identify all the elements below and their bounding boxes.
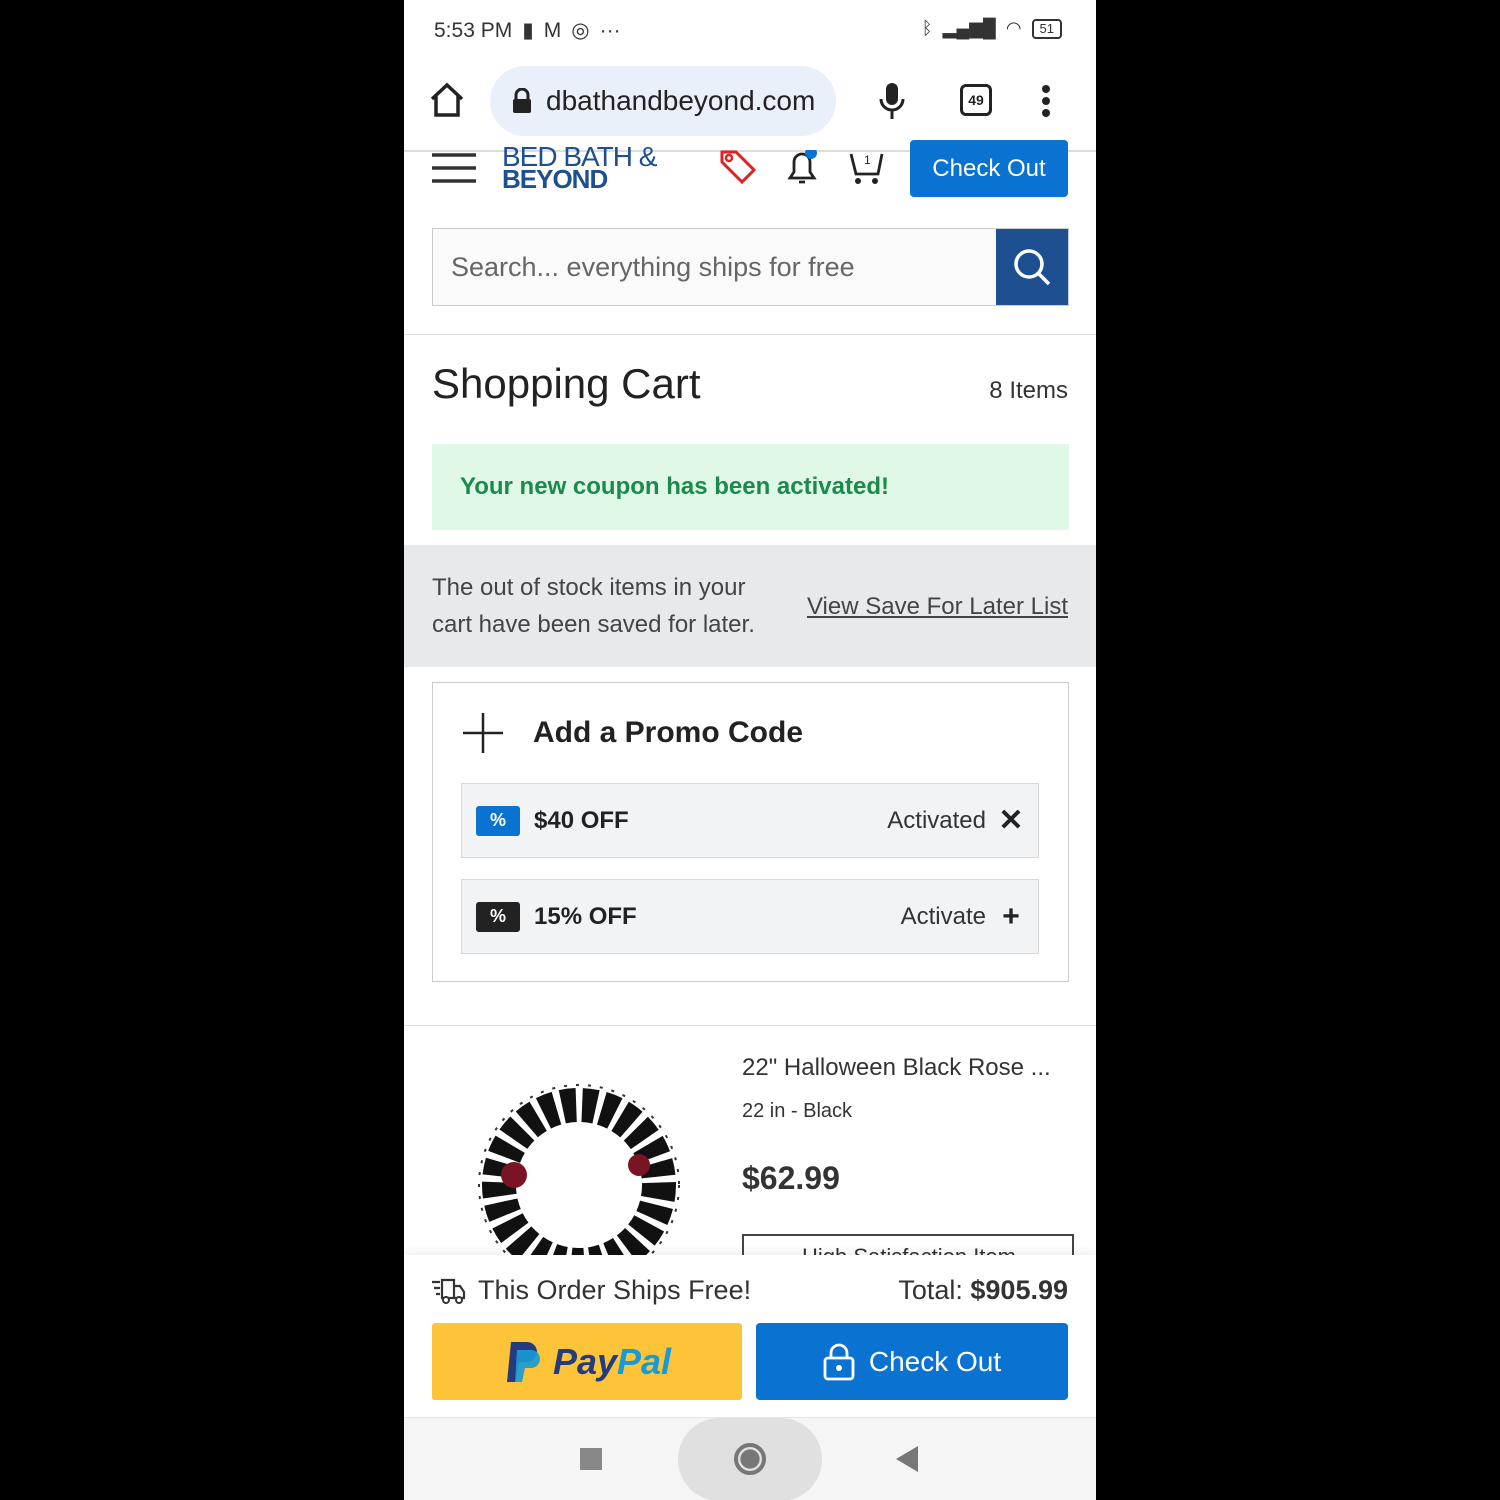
order-total: Total: $905.99 <box>898 1275 1068 1306</box>
home-icon[interactable] <box>428 82 466 118</box>
checkout-footer: This Order Ships Free! Total: $905.99 Pa… <box>404 1255 1096 1417</box>
android-nav-bar <box>404 1417 1096 1500</box>
cart-count: 1 <box>864 153 871 167</box>
plus-icon <box>463 713 503 753</box>
coupon-percent-icon: % <box>476 901 520 932</box>
back-button[interactable] <box>896 1446 918 1472</box>
view-save-for-later-link[interactable]: View Save For Later List <box>807 588 1068 625</box>
wifi-icon: ◠ <box>1005 18 1022 38</box>
page-title: Shopping Cart <box>432 360 701 407</box>
bluetooth-icon: ᛒ <box>921 18 933 38</box>
signal-icon: ▂▄▆█ <box>942 18 996 38</box>
url-text: dbathandbeyond.com <box>546 85 816 116</box>
search-bar <box>432 228 1069 306</box>
coupon-percent-icon: % <box>476 805 520 836</box>
recent-apps-button[interactable] <box>580 1448 602 1470</box>
product-variant: 22 in - Black <box>742 1100 853 1122</box>
notification-icon: ▮ <box>522 19 534 42</box>
out-of-stock-message: The out of stock items in your cart have… <box>432 574 755 638</box>
remove-coupon-icon[interactable]: ✕ <box>998 803 1024 838</box>
coupon-row: % 15% OFF Activate + <box>461 879 1039 954</box>
divider <box>404 334 1096 335</box>
header-checkout-button[interactable]: Check Out <box>910 140 1068 197</box>
browser-menu-icon[interactable] <box>1040 84 1052 118</box>
total-value: $905.99 <box>970 1275 1068 1305</box>
search-icon <box>1014 249 1051 286</box>
product-name[interactable]: 22" Halloween Black Rose ... <box>742 1054 1051 1082</box>
coupon-name: 15% OFF <box>534 902 637 930</box>
search-input[interactable] <box>433 229 996 305</box>
checkout-button[interactable]: Check Out <box>756 1323 1068 1400</box>
divider <box>404 1025 1096 1026</box>
paypal-button[interactable]: PayPal <box>432 1323 742 1400</box>
instagram-icon: ◎ <box>571 19 590 42</box>
promo-code-section: Add a Promo Code % $40 OFF Activated ✕ %… <box>432 682 1069 982</box>
coupon-activated-alert: Your new coupon has been activated! <box>432 444 1069 530</box>
coupon-tag-icon[interactable] <box>718 150 758 184</box>
status-bar-left: 5:53 PM ▮ M ◎ ··· <box>434 18 621 43</box>
coupon-name: $40 OFF <box>534 806 629 834</box>
search-button[interactable] <box>996 229 1068 305</box>
more-notifications-icon: ··· <box>599 18 621 42</box>
home-circle-icon <box>734 1443 766 1475</box>
tab-switcher-button[interactable]: 49 <box>960 84 992 116</box>
free-shipping-notice: This Order Ships Free! <box>432 1275 751 1306</box>
paypal-pal-text: Pal <box>617 1340 672 1382</box>
product-image[interactable] <box>444 1050 714 1286</box>
cart-item-count: 8 Items <box>989 377 1068 404</box>
promo-heading: Add a Promo Code <box>533 716 804 749</box>
home-button[interactable] <box>678 1418 822 1500</box>
shipping-text: This Order Ships Free! <box>478 1275 752 1305</box>
status-bar-right: ᛒ ▂▄▆█ ◠ 51 <box>922 18 1062 39</box>
coupon-status: Activated <box>887 806 986 834</box>
microphone-icon[interactable] <box>878 82 906 120</box>
lock-icon <box>823 1343 855 1380</box>
total-label: Total: <box>898 1275 963 1305</box>
checkout-label: Check Out <box>868 1345 1002 1377</box>
phone-screen: 5:53 PM ▮ M ◎ ··· ᛒ ▂▄▆█ ◠ 51 dbathandbe… <box>404 0 1096 1500</box>
add-promo-code-toggle[interactable]: Add a Promo Code <box>463 713 803 753</box>
product-price: $62.99 <box>742 1160 840 1196</box>
notifications-bell-icon[interactable] <box>784 150 820 186</box>
paypal-logo-icon <box>506 1341 540 1382</box>
paypal-pay-text: Pay <box>552 1340 617 1382</box>
clock: 5:53 PM <box>434 18 513 42</box>
coupon-row: % $40 OFF Activated ✕ <box>461 783 1039 858</box>
out-of-stock-notice: The out of stock items in your cart have… <box>404 545 1096 667</box>
activate-coupon-button[interactable]: Activate <box>901 903 986 931</box>
bed-bath-beyond-logo[interactable]: BED BATH & BEYOND <box>502 143 657 193</box>
add-coupon-icon[interactable]: + <box>998 900 1024 934</box>
battery-icon: 51 <box>1031 18 1062 39</box>
gmail-icon: M <box>543 18 562 42</box>
lock-icon <box>513 88 531 113</box>
cart-icon[interactable]: 1 <box>848 150 884 186</box>
hamburger-menu-icon[interactable] <box>432 152 476 184</box>
address-bar[interactable]: dbathandbeyond.com <box>490 66 836 136</box>
shipping-truck-icon <box>432 1278 466 1304</box>
